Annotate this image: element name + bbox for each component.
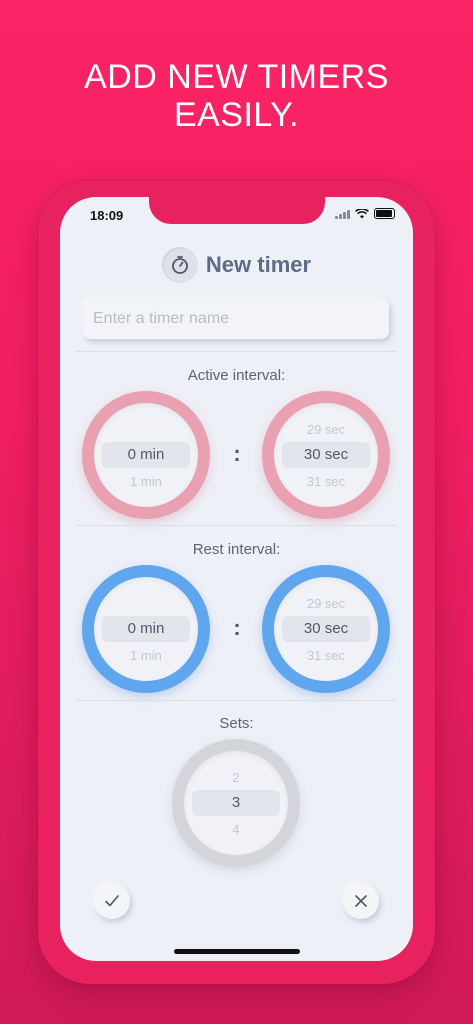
divider (76, 700, 397, 701)
signal-icon (335, 209, 350, 219)
active-minutes-selected[interactable]: 0 min (102, 442, 190, 468)
headline: ADD NEW TIMERS EASILY. (0, 58, 473, 134)
close-icon (355, 895, 367, 907)
sets-next[interactable]: 4 (184, 822, 288, 837)
rest-minutes-dial[interactable]: 0 min 1 min (82, 565, 210, 693)
checkmark-icon (105, 895, 119, 907)
rest-seconds-selected[interactable]: 30 sec (282, 616, 370, 642)
cancel-button[interactable] (343, 883, 379, 919)
rest-seconds-dial[interactable]: 29 sec 30 sec 31 sec (262, 565, 390, 693)
active-seconds-picker[interactable]: 29 sec 30 sec 31 sec (274, 403, 378, 507)
rest-minutes-picker[interactable]: 0 min 1 min (94, 577, 198, 681)
title-row: New timer (60, 247, 413, 283)
phone-screen: 18:09 New timer Active interval: 0 min 1… (60, 197, 413, 961)
divider (76, 351, 397, 352)
active-minutes-picker[interactable]: 0 min 1 min (94, 403, 198, 507)
active-separator: : (233, 441, 241, 466)
sets-label: Sets: (219, 715, 254, 732)
active-interval-label: Active interval: (187, 367, 286, 384)
status-time: 18:09 (90, 208, 124, 223)
sets-picker[interactable]: 2 3 4 (184, 751, 288, 855)
sets-dial[interactable]: 2 3 4 (172, 739, 300, 867)
home-indicator (174, 949, 300, 954)
active-minutes-dial[interactable]: 0 min 1 min (82, 391, 210, 519)
rest-separator: : (233, 615, 241, 640)
divider (76, 525, 397, 526)
rest-minutes-selected[interactable]: 0 min (102, 616, 190, 642)
rest-seconds-next[interactable]: 31 sec (274, 648, 378, 663)
notch (149, 197, 325, 224)
rest-seconds-picker[interactable]: 29 sec 30 sec 31 sec (274, 577, 378, 681)
sets-prev[interactable]: 2 (184, 770, 288, 785)
active-seconds-prev[interactable]: 29 sec (274, 422, 378, 437)
timer-name-input[interactable] (83, 299, 389, 339)
active-seconds-dial[interactable]: 29 sec 30 sec 31 sec (262, 391, 390, 519)
status-icons (335, 208, 395, 219)
sets-selected[interactable]: 3 (192, 790, 280, 816)
active-minutes-next[interactable]: 1 min (94, 474, 198, 489)
battery-icon (374, 208, 395, 219)
headline-line-1: ADD NEW TIMERS (84, 58, 389, 96)
active-seconds-selected[interactable]: 30 sec (282, 442, 370, 468)
page-title: New timer (205, 252, 312, 277)
rest-minutes-next[interactable]: 1 min (94, 648, 198, 663)
rest-interval-label: Rest interval: (192, 541, 281, 558)
active-seconds-next[interactable]: 31 sec (274, 474, 378, 489)
wifi-icon (355, 208, 369, 218)
stopwatch-icon (161, 247, 198, 283)
rest-seconds-prev[interactable]: 29 sec (274, 596, 378, 611)
headline-line-2: EASILY. (173, 96, 300, 134)
confirm-button[interactable] (94, 883, 130, 919)
